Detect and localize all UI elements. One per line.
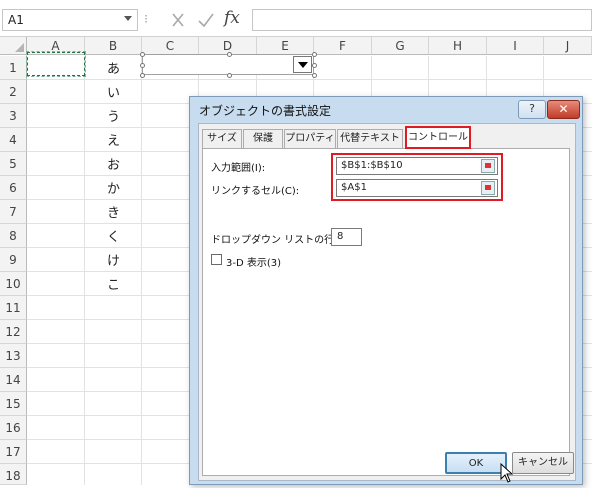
cell-b3[interactable]: う xyxy=(85,106,142,125)
insert-function-icon[interactable]: fx xyxy=(224,8,246,30)
cell-b6[interactable]: か xyxy=(85,178,142,197)
row-header-6[interactable]: 6 xyxy=(0,176,27,200)
row-header-17[interactable]: 17 xyxy=(0,440,27,464)
row-header-4[interactable]: 4 xyxy=(0,128,27,152)
cell-b4[interactable]: え xyxy=(85,130,142,149)
column-header-j[interactable]: J xyxy=(544,37,592,55)
cancel-button[interactable]: キャンセル xyxy=(512,452,574,474)
resize-handle[interactable] xyxy=(227,73,232,78)
tab-size[interactable]: サイズ xyxy=(202,129,242,148)
cell-b9[interactable]: け xyxy=(85,250,142,269)
row-header-18[interactable]: 18 xyxy=(0,464,27,485)
input-range-field[interactable]: $B$1:$B$10 xyxy=(336,157,498,175)
cell-b8[interactable]: く xyxy=(85,226,142,245)
format-object-dialog: オブジェクトの書式設定 ? ✕ サイズ 保護 プロパティ 代替テキスト コントロ… xyxy=(189,96,583,485)
row-header-7[interactable]: 7 xyxy=(0,200,27,224)
row-header-9[interactable]: 9 xyxy=(0,248,27,272)
row-header-1[interactable]: 1 xyxy=(0,56,27,80)
selected-cell-a1[interactable] xyxy=(26,51,86,77)
column-header-e[interactable]: E xyxy=(257,37,314,55)
triangle-down-icon xyxy=(298,62,308,68)
tab-control[interactable]: コントロール xyxy=(405,126,471,149)
three-d-checkbox[interactable] xyxy=(211,254,222,265)
select-all-corner[interactable] xyxy=(0,37,27,55)
tab-protection[interactable]: 保護 xyxy=(243,129,283,148)
cell-b5[interactable]: お xyxy=(85,154,142,173)
column-header-b[interactable]: B xyxy=(85,37,142,55)
row-header-2[interactable]: 2 xyxy=(0,80,27,104)
dropdown-lines-input[interactable]: 8 xyxy=(331,228,362,246)
row-header-8[interactable]: 8 xyxy=(0,224,27,248)
column-header-f[interactable]: F xyxy=(314,37,372,55)
formula-bar: A1 ⁝ fx xyxy=(0,0,592,36)
formula-input[interactable] xyxy=(252,9,592,31)
input-range-value: $B$1:$B$10 xyxy=(341,160,403,171)
tab-alt-text[interactable]: 代替テキスト xyxy=(337,129,403,148)
resize-handle[interactable] xyxy=(312,63,317,68)
column-header-c[interactable]: C xyxy=(142,37,199,55)
cell-b2[interactable]: い xyxy=(85,82,142,101)
resize-handle[interactable] xyxy=(140,73,145,78)
close-icon[interactable] xyxy=(167,9,189,31)
resize-handle[interactable] xyxy=(140,52,145,57)
check-icon[interactable] xyxy=(195,9,217,31)
range-select-icon[interactable] xyxy=(481,181,495,195)
tab-properties[interactable]: プロパティ xyxy=(284,129,336,148)
control-tab-panel: 入力範囲(I): $B$1:$B$10 リンクするセル(C): $A$1 ドロッ… xyxy=(202,148,570,476)
row-header-10[interactable]: 10 xyxy=(0,272,27,296)
ok-button[interactable]: OK xyxy=(445,452,507,474)
cell-b1[interactable]: あ xyxy=(85,58,142,77)
resize-handle[interactable] xyxy=(140,63,145,68)
row-header-13[interactable]: 13 xyxy=(0,344,27,368)
name-box-value: A1 xyxy=(8,13,24,27)
name-box[interactable]: A1 xyxy=(2,9,138,31)
dropdown-lines-value: 8 xyxy=(337,231,344,242)
cell-link-field[interactable]: $A$1 xyxy=(336,179,498,197)
mouse-cursor-icon xyxy=(500,462,514,486)
formula-bar-separator: ⁝ xyxy=(144,12,148,26)
help-button[interactable]: ? xyxy=(518,100,546,119)
cell-link-label: リンクするセル(C): xyxy=(211,186,300,197)
row-header-3[interactable]: 3 xyxy=(0,104,27,128)
column-header-h[interactable]: H xyxy=(429,37,487,55)
dialog-body: サイズ 保護 プロパティ 代替テキスト コントロール 入力範囲(I): $B$1… xyxy=(198,123,576,481)
combo-box-control[interactable] xyxy=(142,54,314,75)
row-header-15[interactable]: 15 xyxy=(0,392,27,416)
chevron-down-icon[interactable] xyxy=(124,16,132,21)
input-range-label: 入力範囲(I): xyxy=(211,163,266,174)
row-header-11[interactable]: 11 xyxy=(0,296,27,320)
resize-handle[interactable] xyxy=(312,52,317,57)
resize-handle[interactable] xyxy=(312,73,317,78)
cell-link-value: $A$1 xyxy=(341,182,367,193)
row-header-14[interactable]: 14 xyxy=(0,368,27,392)
column-header-g[interactable]: G xyxy=(372,37,429,55)
three-d-label: 3-D 表示(3) xyxy=(226,258,282,269)
close-button[interactable]: ✕ xyxy=(547,100,580,119)
row-header-16[interactable]: 16 xyxy=(0,416,27,440)
row-header-12[interactable]: 12 xyxy=(0,320,27,344)
dialog-title: オブジェクトの書式設定 xyxy=(199,104,332,118)
row-header-5[interactable]: 5 xyxy=(0,152,27,176)
column-header-i[interactable]: I xyxy=(487,37,544,55)
resize-handle[interactable] xyxy=(227,52,232,57)
cell-b7[interactable]: き xyxy=(85,202,142,221)
dropdown-button[interactable] xyxy=(293,56,312,73)
cell-b10[interactable]: こ xyxy=(85,274,142,293)
range-select-icon[interactable] xyxy=(481,159,495,173)
